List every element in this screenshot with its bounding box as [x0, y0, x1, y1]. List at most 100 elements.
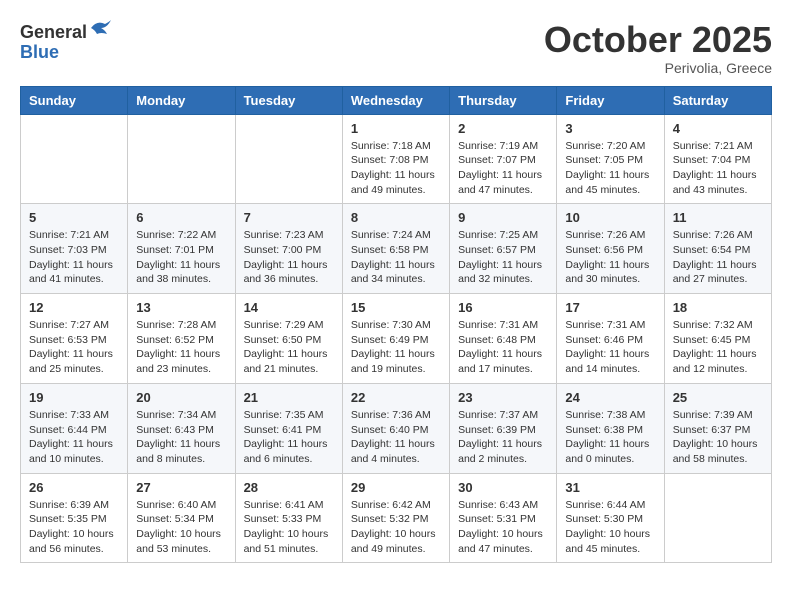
day-info: Sunrise: 7:26 AM Sunset: 6:54 PM Dayligh…	[673, 228, 763, 287]
weekday-header-sunday: Sunday	[21, 86, 128, 114]
calendar-week-row: 26 Sunrise: 6:39 AM Sunset: 5:35 PM Dayli…	[21, 473, 772, 563]
calendar-day-cell: 9 Sunrise: 7:25 AM Sunset: 6:57 PM Daylig…	[450, 204, 557, 294]
day-number: 13	[136, 300, 226, 315]
calendar-day-cell: 5 Sunrise: 7:21 AM Sunset: 7:03 PM Daylig…	[21, 204, 128, 294]
calendar-day-cell: 2 Sunrise: 7:19 AM Sunset: 7:07 PM Daylig…	[450, 114, 557, 204]
day-info: Sunrise: 7:37 AM Sunset: 6:39 PM Dayligh…	[458, 408, 548, 467]
day-number: 4	[673, 121, 763, 136]
calendar-day-cell: 30 Sunrise: 6:43 AM Sunset: 5:31 PM Dayli…	[450, 473, 557, 563]
day-number: 24	[565, 390, 655, 405]
calendar-day-cell: 15Sunrise: 7:30 AM Sunset: 6:49 PM Dayli…	[342, 294, 449, 384]
calendar-day-cell: 8 Sunrise: 7:24 AM Sunset: 6:58 PM Daylig…	[342, 204, 449, 294]
calendar-day-cell: 23 Sunrise: 7:37 AM Sunset: 6:39 PM Dayli…	[450, 383, 557, 473]
day-number: 14	[244, 300, 334, 315]
day-number: 17	[565, 300, 655, 315]
day-number: 1	[351, 121, 441, 136]
page-header: General Blue October 2025 Perivolia, Gre…	[20, 20, 772, 76]
day-number: 31	[565, 480, 655, 495]
calendar-day-cell: 25 Sunrise: 7:39 AM Sunset: 6:37 PM Dayli…	[664, 383, 771, 473]
calendar-day-cell: 20Sunrise: 7:34 AM Sunset: 6:43 PM Dayli…	[128, 383, 235, 473]
day-info: Sunrise: 7:31 AM Sunset: 6:48 PM Dayligh…	[458, 318, 548, 377]
day-number: 15	[351, 300, 441, 315]
day-info: Sunrise: 7:24 AM Sunset: 6:58 PM Dayligh…	[351, 228, 441, 287]
calendar-day-cell: 6Sunrise: 7:22 AM Sunset: 7:01 PM Daylig…	[128, 204, 235, 294]
day-info: Sunrise: 6:41 AM Sunset: 5:33 PM Dayligh…	[244, 498, 334, 557]
weekday-header-thursday: Thursday	[450, 86, 557, 114]
calendar-day-cell: 21Sunrise: 7:35 AM Sunset: 6:41 PM Dayli…	[235, 383, 342, 473]
title-section: October 2025 Perivolia, Greece	[544, 20, 772, 76]
day-info: Sunrise: 6:43 AM Sunset: 5:31 PM Dayligh…	[458, 498, 548, 557]
weekday-header-tuesday: Tuesday	[235, 86, 342, 114]
calendar-day-cell: 1 Sunrise: 7:18 AM Sunset: 7:08 PM Daylig…	[342, 114, 449, 204]
calendar-week-row: 1 Sunrise: 7:18 AM Sunset: 7:08 PM Daylig…	[21, 114, 772, 204]
calendar-day-cell: 10Sunrise: 7:26 AM Sunset: 6:56 PM Dayli…	[557, 204, 664, 294]
calendar-day-cell: 13Sunrise: 7:28 AM Sunset: 6:52 PM Dayli…	[128, 294, 235, 384]
day-number: 27	[136, 480, 226, 495]
day-number: 10	[565, 210, 655, 225]
logo-text: General	[20, 20, 113, 43]
day-info: Sunrise: 7:33 AM Sunset: 6:44 PM Dayligh…	[29, 408, 119, 467]
day-info: Sunrise: 7:34 AM Sunset: 6:43 PM Dayligh…	[136, 408, 226, 467]
day-number: 11	[673, 210, 763, 225]
day-info: Sunrise: 6:44 AM Sunset: 5:30 PM Dayligh…	[565, 498, 655, 557]
day-info: Sunrise: 7:38 AM Sunset: 6:38 PM Dayligh…	[565, 408, 655, 467]
day-info: Sunrise: 7:18 AM Sunset: 7:08 PM Dayligh…	[351, 139, 441, 198]
location: Perivolia, Greece	[544, 60, 772, 76]
day-info: Sunrise: 7:21 AM Sunset: 7:03 PM Dayligh…	[29, 228, 119, 287]
day-number: 3	[565, 121, 655, 136]
day-info: Sunrise: 7:27 AM Sunset: 6:53 PM Dayligh…	[29, 318, 119, 377]
day-number: 12	[29, 300, 119, 315]
day-number: 23	[458, 390, 548, 405]
weekday-header-friday: Friday	[557, 86, 664, 114]
day-number: 25	[673, 390, 763, 405]
calendar-day-cell: 11 Sunrise: 7:26 AM Sunset: 6:54 PM Dayli…	[664, 204, 771, 294]
calendar-empty-cell	[235, 114, 342, 204]
weekday-header-monday: Monday	[128, 86, 235, 114]
calendar-day-cell: 26 Sunrise: 6:39 AM Sunset: 5:35 PM Dayli…	[21, 473, 128, 563]
calendar-day-cell: 31 Sunrise: 6:44 AM Sunset: 5:30 PM Dayli…	[557, 473, 664, 563]
day-info: Sunrise: 6:40 AM Sunset: 5:34 PM Dayligh…	[136, 498, 226, 557]
day-number: 28	[244, 480, 334, 495]
day-info: Sunrise: 7:20 AM Sunset: 7:05 PM Dayligh…	[565, 139, 655, 198]
day-info: Sunrise: 7:39 AM Sunset: 6:37 PM Dayligh…	[673, 408, 763, 467]
calendar-empty-cell	[664, 473, 771, 563]
day-info: Sunrise: 6:39 AM Sunset: 5:35 PM Dayligh…	[29, 498, 119, 557]
logo-bird-icon	[89, 18, 113, 38]
weekday-header-saturday: Saturday	[664, 86, 771, 114]
day-info: Sunrise: 7:19 AM Sunset: 7:07 PM Dayligh…	[458, 139, 548, 198]
day-info: Sunrise: 7:21 AM Sunset: 7:04 PM Dayligh…	[673, 139, 763, 198]
day-number: 21	[244, 390, 334, 405]
day-info: Sunrise: 7:25 AM Sunset: 6:57 PM Dayligh…	[458, 228, 548, 287]
calendar-day-cell: 18Sunrise: 7:32 AM Sunset: 6:45 PM Dayli…	[664, 294, 771, 384]
day-number: 2	[458, 121, 548, 136]
calendar-week-row: 5 Sunrise: 7:21 AM Sunset: 7:03 PM Daylig…	[21, 204, 772, 294]
day-number: 19	[29, 390, 119, 405]
day-number: 8	[351, 210, 441, 225]
logo-blue-text: Blue	[20, 43, 113, 63]
calendar-day-cell: 27 Sunrise: 6:40 AM Sunset: 5:34 PM Dayli…	[128, 473, 235, 563]
calendar-day-cell: 29 Sunrise: 6:42 AM Sunset: 5:32 PM Dayli…	[342, 473, 449, 563]
day-number: 29	[351, 480, 441, 495]
calendar-day-cell: 22Sunrise: 7:36 AM Sunset: 6:40 PM Dayli…	[342, 383, 449, 473]
day-number: 16	[458, 300, 548, 315]
calendar-week-row: 12 Sunrise: 7:27 AM Sunset: 6:53 PM Dayli…	[21, 294, 772, 384]
calendar-day-cell: 17 Sunrise: 7:31 AM Sunset: 6:46 PM Dayli…	[557, 294, 664, 384]
month-title: October 2025	[544, 20, 772, 60]
calendar-day-cell: 14Sunrise: 7:29 AM Sunset: 6:50 PM Dayli…	[235, 294, 342, 384]
day-number: 9	[458, 210, 548, 225]
calendar-empty-cell	[21, 114, 128, 204]
day-number: 30	[458, 480, 548, 495]
day-info: Sunrise: 6:42 AM Sunset: 5:32 PM Dayligh…	[351, 498, 441, 557]
calendar-day-cell: 4 Sunrise: 7:21 AM Sunset: 7:04 PM Daylig…	[664, 114, 771, 204]
calendar-table: SundayMondayTuesdayWednesdayThursdayFrid…	[20, 86, 772, 564]
calendar-day-cell: 28 Sunrise: 6:41 AM Sunset: 5:33 PM Dayli…	[235, 473, 342, 563]
calendar-day-cell: 16 Sunrise: 7:31 AM Sunset: 6:48 PM Dayli…	[450, 294, 557, 384]
day-info: Sunrise: 7:23 AM Sunset: 7:00 PM Dayligh…	[244, 228, 334, 287]
day-number: 5	[29, 210, 119, 225]
day-info: Sunrise: 7:31 AM Sunset: 6:46 PM Dayligh…	[565, 318, 655, 377]
calendar-day-cell: 12 Sunrise: 7:27 AM Sunset: 6:53 PM Dayli…	[21, 294, 128, 384]
day-number: 7	[244, 210, 334, 225]
day-number: 26	[29, 480, 119, 495]
calendar-day-cell: 19 Sunrise: 7:33 AM Sunset: 6:44 PM Dayli…	[21, 383, 128, 473]
day-info: Sunrise: 7:36 AM Sunset: 6:40 PM Dayligh…	[351, 408, 441, 467]
